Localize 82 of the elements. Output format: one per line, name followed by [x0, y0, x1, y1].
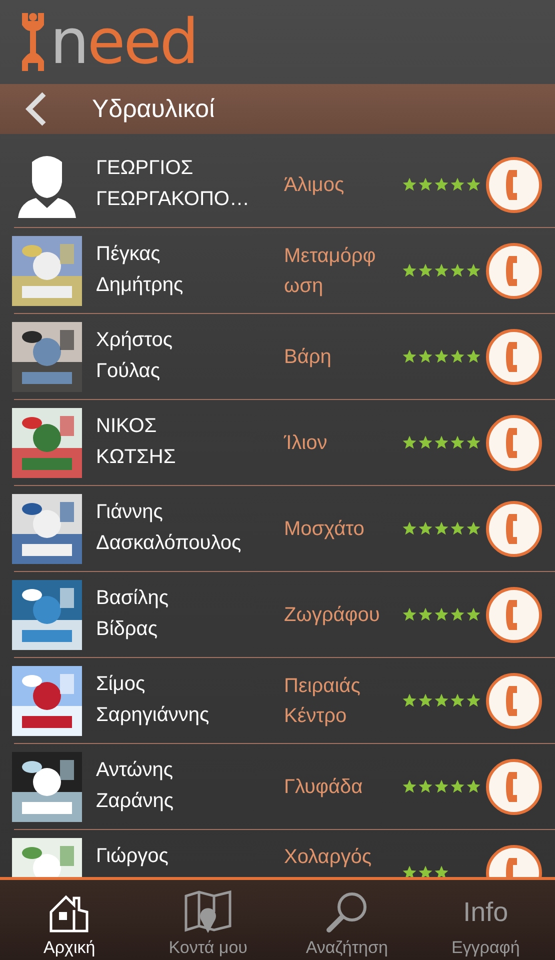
star-icon — [418, 177, 433, 192]
star-icon — [402, 435, 417, 450]
star-icon — [450, 693, 465, 708]
star-icon — [434, 865, 449, 877]
star-icon — [450, 607, 465, 622]
star-icon — [402, 607, 417, 622]
star-icon — [450, 263, 465, 278]
person-name: Πέγκας — [96, 243, 162, 266]
person-name: Δασκαλόπουλος — [96, 532, 242, 555]
star-icon — [466, 263, 481, 278]
person-name: Γιώργος — [96, 845, 170, 868]
city-label: Βάρη — [284, 344, 332, 370]
star-icon — [402, 865, 417, 877]
city-label: Άλιμος — [284, 172, 346, 198]
tab-label: Αρχική — [44, 938, 96, 958]
star-icon — [434, 349, 449, 364]
star-icon — [466, 607, 481, 622]
star-icon — [466, 435, 481, 450]
tab-button[interactable]: Αναζήτηση — [278, 880, 416, 960]
star-icon — [450, 435, 465, 450]
star-icon — [418, 349, 433, 364]
star-icon — [402, 693, 417, 708]
star-icon — [418, 435, 433, 450]
person-name: Σίμος — [96, 673, 146, 696]
star-icon — [418, 263, 433, 278]
star-icon — [402, 177, 417, 192]
logo-text: need — [50, 11, 197, 73]
star-icon — [434, 435, 449, 450]
star-icon — [466, 349, 481, 364]
star-icon — [466, 177, 481, 192]
star-icon — [402, 779, 417, 794]
star-icon — [434, 521, 449, 536]
person-name: Ζαράνης — [96, 790, 174, 813]
star-icon — [434, 693, 449, 708]
star-icon — [418, 865, 433, 877]
star-icon — [450, 349, 465, 364]
person-name: Γούλας — [96, 360, 161, 383]
city-label: Χολαργός — [284, 845, 372, 870]
person-name: Αντώνης — [96, 759, 174, 782]
city-label: Πειραιάς Κέντρο — [284, 674, 362, 728]
star-icon — [434, 779, 449, 794]
tab-label: Κοντά μου — [168, 938, 248, 958]
star-icon — [418, 693, 433, 708]
star-icon — [450, 177, 465, 192]
city-label: Γλυφάδα — [284, 774, 364, 800]
tab-button[interactable]: Info Εγγραφή — [416, 880, 555, 960]
star-icon — [466, 693, 481, 708]
star-icon — [418, 779, 433, 794]
star-icon — [450, 521, 465, 536]
search-icon — [324, 890, 369, 934]
star-icon — [434, 263, 449, 278]
star-icon — [418, 521, 433, 536]
person-name: Δημήτρης — [96, 274, 184, 297]
city-label: Ζωγράφου — [284, 602, 381, 628]
tab-label: Εγγραφή — [451, 938, 520, 958]
city-label: Ίλιον — [284, 430, 328, 456]
tab-label: Αναζήτηση — [306, 938, 388, 958]
person-name: ΝΙΚΟΣ — [96, 415, 158, 438]
info-logo: Info — [463, 896, 508, 929]
star-icon — [402, 521, 417, 536]
star-icon — [466, 521, 481, 536]
star-icon — [434, 177, 449, 192]
person-name: Σαρηγιάννης — [96, 704, 210, 727]
star-icon — [402, 349, 417, 364]
star-icon — [418, 607, 433, 622]
person-name: Βίδρας — [96, 618, 158, 641]
tab-button[interactable]: Αρχική — [0, 880, 139, 960]
star-icon — [402, 263, 417, 278]
page-title: Υδραυλικοί — [92, 94, 215, 124]
star-icon — [466, 779, 481, 794]
city-label: Μοσχάτο — [284, 516, 366, 542]
star-icon — [434, 607, 449, 622]
map-pin-icon — [184, 890, 232, 934]
person-name: Χρήστος — [96, 329, 174, 352]
person-name: ΚΩΤΣΗΣ — [96, 446, 177, 469]
city-label: Μεταμόρφ ωση — [284, 244, 377, 298]
person-name: ΓΕΩΡΓΙΟΣ — [96, 157, 194, 180]
person-name: Γιάννης — [96, 501, 164, 524]
tab-button[interactable]: Κοντά μου — [138, 880, 278, 960]
star-icon — [450, 779, 465, 794]
person-name: Βασίλης — [96, 587, 170, 610]
person-name: ΓΕΩΡΓΑΚΟΠΟ… — [96, 188, 250, 211]
